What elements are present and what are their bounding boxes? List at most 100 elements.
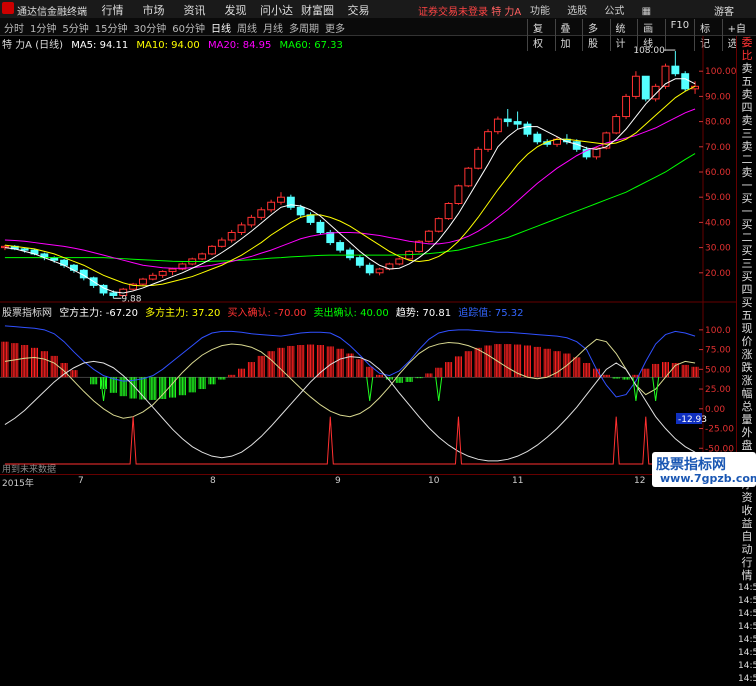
ind-tick-label-4: 0.00 — [705, 405, 725, 415]
side-panel-item-21[interactable]: 14:56 — [737, 582, 756, 595]
period-tab-8[interactable]: 月线 — [263, 24, 283, 35]
side-panel-item-25[interactable]: 14:56 — [737, 634, 756, 647]
side-panel-item-14[interactable]: 总量 — [737, 400, 756, 426]
menu-item-wenxiaoda[interactable]: 问小达 — [256, 2, 297, 18]
guest-label[interactable]: 游客 — [714, 3, 734, 18]
candle-body-36 — [355, 257, 364, 266]
login-notice[interactable]: 证券交易未登录 特 力A — [418, 3, 521, 18]
candle-body-11 — [109, 292, 118, 296]
price-tick-label-6: 40.00 — [705, 218, 731, 228]
price-tick-label-2: 80.00 — [705, 118, 731, 128]
candle-body-35 — [346, 249, 354, 259]
indicator-name: 股票指标网 — [2, 308, 52, 319]
candle-body-48 — [474, 148, 483, 169]
indicator-duo: 多方主力: 37.20 — [145, 308, 221, 319]
candle-body-20 — [198, 253, 207, 260]
ind-yellow-line — [4, 338, 696, 419]
formula-button[interactable]: 公式 — [604, 6, 624, 17]
period-tab-10[interactable]: 更多 — [325, 24, 345, 35]
side-panel-item-18[interactable]: 收益 — [737, 504, 756, 530]
side-panel-item-9[interactable]: 买四 — [737, 270, 756, 296]
price-tick-label-8: 20.00 — [705, 269, 731, 279]
menu-item-jiaoyi[interactable]: 交易 — [338, 2, 379, 18]
period-tab-7[interactable]: 周线 — [237, 24, 257, 35]
candle-body-54 — [533, 133, 542, 143]
ma20-line — [4, 108, 696, 269]
side-panel-item-12[interactable]: 涨跌 — [737, 348, 756, 374]
period-tab-4[interactable]: 30分钟 — [133, 24, 166, 35]
side-panel-item-6[interactable]: 买一 — [737, 192, 756, 218]
legend-ma60: MA60: 67.33 — [279, 40, 343, 51]
candle-body-28 — [277, 196, 285, 203]
ma60-line — [4, 153, 696, 262]
candle-body-46 — [454, 185, 463, 204]
candle-body-22 — [217, 239, 226, 247]
side-panel-item-8[interactable]: 买三 — [737, 244, 756, 270]
indicator-legend: 股票指标网 空方主力: -67.20 多方主力: 37.20 买入确认: -70… — [2, 304, 527, 319]
ind-tick-label-2: 50.00 — [705, 365, 731, 375]
period-tab-0[interactable]: 分时 — [4, 24, 24, 35]
period-tab-1[interactable]: 1分钟 — [30, 24, 56, 35]
side-panel-item-2[interactable]: 卖四 — [737, 88, 756, 114]
menu-item-faxian[interactable]: 发现 — [215, 2, 256, 18]
candle-body-14 — [139, 278, 147, 285]
side-panel-item-20[interactable]: 行情 — [737, 556, 756, 582]
period-tab-2[interactable]: 5分钟 — [62, 24, 88, 35]
price-tick-label-4: 60.00 — [705, 168, 731, 178]
chart-area[interactable]: 100.00 90.00 80.00 70.00 60.00 50.00 40.00 30.0… — [0, 36, 736, 473]
side-panel-item-7[interactable]: 买二 — [737, 218, 756, 244]
month-label-11: 11 — [512, 476, 524, 486]
month-label-10: 10 — [428, 476, 440, 486]
stock-select-button[interactable]: 选股 — [567, 6, 587, 17]
legend-ma5: MA5: 94.11 — [71, 40, 129, 51]
quote-side-panel[interactable]: 委比卖五卖四卖三卖二卖一买一买二买三买四买五现价涨跌涨幅总量外盘换手净资收益自动… — [736, 36, 756, 684]
grid-icon[interactable]: ▦ — [642, 6, 651, 17]
ma5-line — [4, 78, 696, 294]
candle-body-62 — [612, 116, 621, 134]
side-panel-item-28[interactable]: 14:56 — [737, 673, 756, 686]
menu-item-caifuquan[interactable]: 财富圈 — [297, 2, 338, 18]
candle-body-63 — [622, 95, 631, 118]
candle-body-33 — [326, 231, 335, 244]
menu-item-zixun[interactable]: 资讯 — [174, 2, 215, 18]
period-tab-9[interactable]: 多周期 — [289, 24, 319, 35]
side-panel-item-13[interactable]: 涨幅 — [737, 374, 756, 400]
side-panel-item-27[interactable]: 14:56 — [737, 660, 756, 673]
watermark-logo: 股票指标网 www.7gpzb.com — [652, 452, 756, 487]
side-panel-item-0[interactable]: 委比 — [737, 36, 756, 62]
candle-body-32 — [316, 221, 325, 233]
menu-item-hangqing[interactable]: 行情 — [92, 2, 133, 18]
period-tab-3[interactable]: 15分钟 — [95, 24, 128, 35]
price-tick-label-5: 50.00 — [705, 193, 731, 203]
side-panel-item-23[interactable]: 14:56 — [737, 608, 756, 621]
main-legend: 特 力A (日线) MA5: 94.11 MA10: 94.00 MA20: 8… — [2, 36, 348, 51]
side-panel-item-5[interactable]: 卖一 — [737, 166, 756, 192]
low-annotation: 9.88 — [121, 294, 141, 304]
function-button[interactable]: 功能 — [530, 6, 550, 17]
side-panel-item-11[interactable]: 现价 — [737, 322, 756, 348]
side-panel-item-24[interactable]: 14:56 — [737, 621, 756, 634]
indicator-kong: 空方主力: -67.20 — [59, 308, 138, 319]
side-panel-item-4[interactable]: 卖二 — [737, 140, 756, 166]
ind-tick-label-5: -25.00 — [705, 425, 734, 435]
side-panel-item-19[interactable]: 自动 — [737, 530, 756, 556]
time-axis: 2015年 7 8 9 10 11 12 — [0, 474, 736, 489]
side-panel-item-1[interactable]: 卖五 — [737, 62, 756, 88]
current-value-label: -12.93 — [678, 415, 707, 425]
side-panel-item-10[interactable]: 买五 — [737, 296, 756, 322]
candle-body-52 — [513, 121, 522, 125]
side-panel-item-26[interactable]: 14:56 — [737, 647, 756, 660]
legend-title: 特 力A (日线) — [2, 40, 64, 51]
price-tick-label-3: 70.00 — [705, 143, 731, 153]
period-tab-6[interactable]: 日线 — [211, 24, 231, 35]
side-panel-item-3[interactable]: 卖三 — [737, 114, 756, 140]
candle-body-26 — [257, 209, 266, 218]
side-panel-item-15[interactable]: 外盘 — [737, 426, 756, 452]
menu-item-shichang[interactable]: 市场 — [133, 2, 174, 18]
indicator-sell: 卖出确认: 40.00 — [313, 308, 389, 319]
candle-body-64 — [631, 75, 640, 97]
title-bar: 通达信金融终端 行情 市场 资讯 发现 问小达 财富圈 交易 证券交易未登录 特… — [0, 0, 756, 19]
app-logo-icon — [2, 2, 14, 14]
period-tab-5[interactable]: 60分钟 — [172, 24, 205, 35]
side-panel-item-22[interactable]: 14:56 — [737, 595, 756, 608]
